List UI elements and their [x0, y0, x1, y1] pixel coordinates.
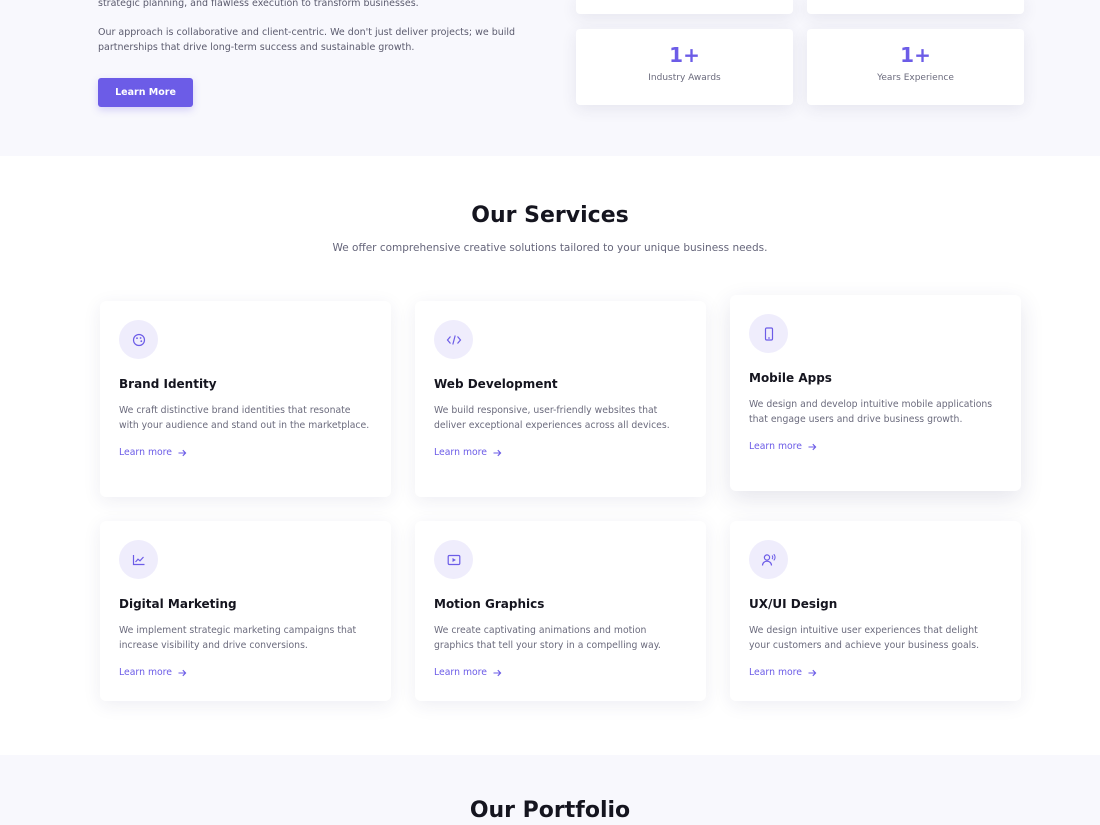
- arrow-right-icon: [808, 669, 817, 676]
- service-card-motion-graphics: Motion Graphics We create captivating an…: [415, 521, 706, 701]
- service-description: We build responsive, user-friendly websi…: [434, 405, 670, 431]
- mobile-icon: [749, 314, 788, 353]
- chart-icon: [119, 540, 158, 579]
- stat-value: 1+: [669, 43, 700, 67]
- service-card-web-development: Web Development We build responsive, use…: [415, 301, 706, 497]
- learn-more-label: Learn more: [434, 667, 488, 678]
- video-icon: [434, 540, 473, 579]
- service-card-digital-marketing: Digital Marketing We implement strategic…: [100, 521, 391, 701]
- service-title: Brand Identity: [119, 377, 217, 391]
- stat-card-years-experience: 1+ Years Experience: [807, 29, 1024, 105]
- stat-card: [576, 0, 793, 14]
- about-section: strategic planning, and flawless executi…: [0, 0, 1100, 156]
- stat-label: Years Experience: [877, 73, 954, 83]
- service-description: We craft distinctive brand identities th…: [119, 405, 370, 431]
- service-title: UX/UI Design: [749, 597, 838, 611]
- arrow-right-icon: [178, 449, 187, 456]
- service-card-brand-identity: Brand Identity We craft distinctive bran…: [100, 301, 391, 497]
- services-title: Our Services: [471, 203, 629, 228]
- learn-more-label: Learn more: [434, 447, 488, 458]
- about-text: strategic planning, and flawless executi…: [98, 0, 548, 69]
- stat-card-industry-awards: 1+ Industry Awards: [576, 29, 793, 105]
- service-description: We design and develop intuitive mobile a…: [749, 399, 993, 425]
- service-title: Motion Graphics: [434, 597, 545, 611]
- learn-more-label: Learn more: [119, 667, 173, 678]
- arrow-right-icon: [493, 449, 502, 456]
- service-card-ux-ui-design: UX/UI Design We design intuitive user ex…: [730, 521, 1021, 701]
- palette-icon: [119, 320, 158, 359]
- stat-card: [807, 0, 1024, 14]
- learn-more-label: Learn more: [749, 441, 803, 452]
- service-description: We create captivating animations and mot…: [434, 625, 661, 651]
- arrow-right-icon: [808, 443, 817, 450]
- learn-more-link[interactable]: Learn more: [434, 667, 502, 678]
- learn-more-link[interactable]: Learn more: [434, 447, 502, 458]
- service-title: Web Development: [434, 377, 558, 391]
- portfolio-section: Our Portfolio: [0, 755, 1100, 825]
- stat-label: Industry Awards: [648, 73, 721, 83]
- learn-more-link[interactable]: Learn more: [749, 441, 817, 452]
- about-paragraph: Our approach is collaborative and client…: [98, 27, 516, 53]
- service-description: We implement strategic marketing campaig…: [119, 625, 357, 651]
- learn-more-link[interactable]: Learn more: [749, 667, 817, 678]
- arrow-right-icon: [493, 669, 502, 676]
- service-card-mobile-apps: Mobile Apps We design and develop intuit…: [730, 295, 1021, 491]
- stat-value: 1+: [900, 43, 931, 67]
- about-paragraph: strategic planning, and flawless executi…: [98, 0, 419, 9]
- learn-more-link[interactable]: Learn more: [119, 447, 187, 458]
- code-icon: [434, 320, 473, 359]
- learn-more-label: Learn more: [119, 447, 173, 458]
- learn-more-button[interactable]: Learn More: [98, 78, 193, 107]
- portfolio-title: Our Portfolio: [469, 798, 631, 823]
- user-voice-icon: [749, 540, 788, 579]
- service-title: Mobile Apps: [749, 371, 832, 385]
- services-subtitle: We offer comprehensive creative solution…: [332, 242, 768, 254]
- service-description: We design intuitive user experiences tha…: [749, 625, 980, 651]
- learn-more-link[interactable]: Learn more: [119, 667, 187, 678]
- arrow-right-icon: [178, 669, 187, 676]
- learn-more-label: Learn more: [749, 667, 803, 678]
- service-title: Digital Marketing: [119, 597, 237, 611]
